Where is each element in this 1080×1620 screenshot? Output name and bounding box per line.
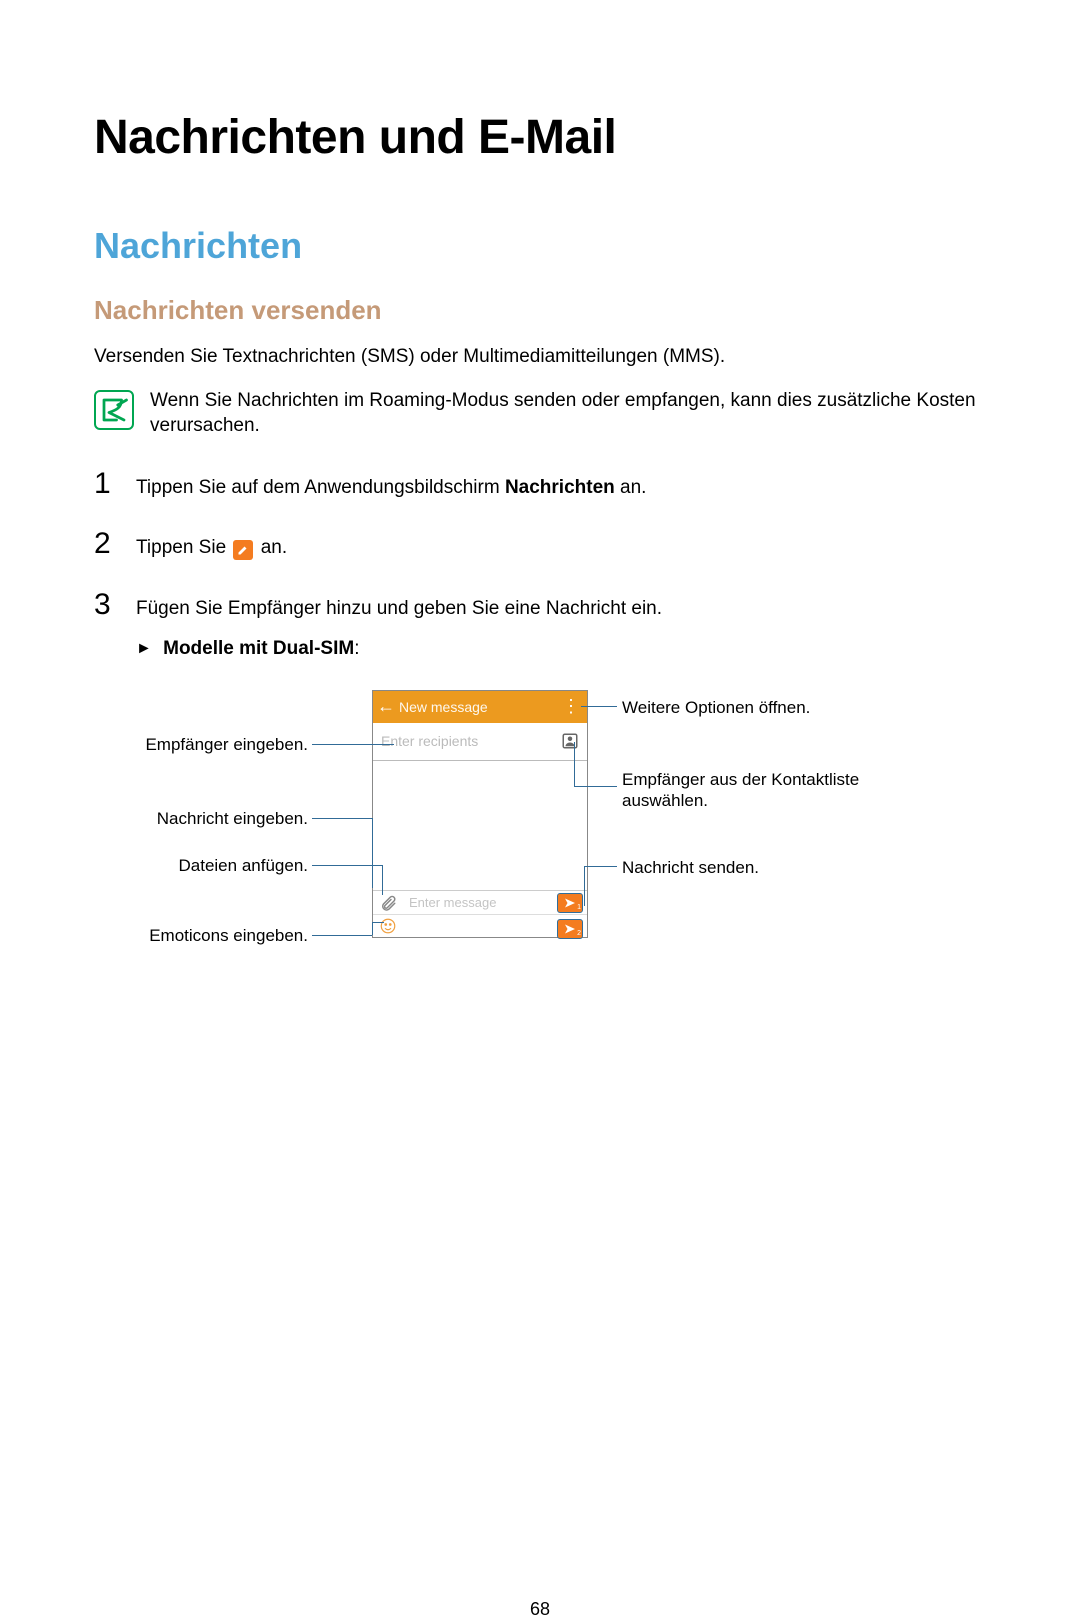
step-number: 1 [94, 469, 116, 499]
callout-recipients-label: Empfänger eingeben. [128, 735, 308, 755]
callout-line [574, 742, 575, 786]
callout-line [382, 865, 383, 895]
step-sub-bullet: ► Modelle mit Dual-SIM: [136, 635, 662, 663]
note-block: Wenn Sie Nachrichten im Roaming-Modus se… [94, 388, 986, 439]
callout-send-label: Nachricht senden. [622, 858, 882, 878]
step-text: Fügen Sie Empfänger hinzu und geben Sie … [136, 595, 662, 662]
compose-icon [233, 540, 253, 560]
step-text: Tippen Sie auf dem Anwendungsbildschirm … [136, 474, 646, 502]
intro-text: Versenden Sie Textnachrichten (SMS) oder… [94, 344, 986, 370]
document-page: Nachrichten und E-Mail Nachrichten Nachr… [0, 0, 1080, 1060]
callout-line [312, 865, 382, 866]
step-number: 3 [94, 590, 116, 620]
step-2: 2 Tippen Sie an. [94, 529, 986, 562]
message-input-row: Enter message 1 2 [373, 891, 587, 916]
more-menu-icon: ⋮ [561, 691, 581, 723]
subsection-heading: Nachrichten versenden [94, 295, 986, 326]
attach-icon [379, 895, 399, 917]
step-text-bold: Nachrichten [505, 477, 615, 498]
step-text-part: an. [615, 477, 647, 498]
phone-mockup: ← New message ⋮ Enter recipients Ent [372, 690, 588, 938]
compose-area: Enter message 1 2 [373, 890, 587, 938]
callout-contacts-label: Empfänger aus der Kontaktliste auswählen… [622, 770, 902, 811]
callout-line [372, 922, 373, 935]
recipients-placeholder: Enter recipients [381, 733, 478, 750]
compose-lower-row [373, 915, 587, 937]
phone-title: New message [399, 699, 488, 716]
step-number: 2 [94, 529, 116, 559]
note-text: Wenn Sie Nachrichten im Roaming-Modus se… [150, 388, 986, 439]
callout-line [312, 935, 372, 936]
message-placeholder: Enter message [409, 895, 496, 910]
steps-list: 1 Tippen Sie auf dem Anwendungsbildschir… [94, 469, 986, 662]
compose-side-icons [379, 895, 399, 917]
emoticon-icon [379, 917, 397, 940]
callout-line [584, 866, 617, 867]
note-icon [94, 390, 134, 430]
callout-emoticons-label: Emoticons eingeben. [128, 926, 308, 946]
callout-attach-label: Dateien anfügen. [128, 856, 308, 876]
back-icon: ← [373, 696, 399, 718]
callout-line [312, 818, 372, 819]
arrow-mark-icon: ► [136, 637, 152, 660]
contacts-icon [561, 732, 579, 750]
step-1: 1 Tippen Sie auf dem Anwendungsbildschir… [94, 469, 986, 502]
callout-more-label: Weitere Optionen öffnen. [622, 698, 882, 718]
callout-line [372, 818, 373, 888]
phone-diagram: ← New message ⋮ Enter recipients Ent [94, 690, 986, 1010]
step-3: 3 Fügen Sie Empfänger hinzu und geben Si… [94, 590, 986, 662]
callout-line [312, 744, 394, 745]
phone-header: ← New message ⋮ [373, 691, 587, 723]
step-text-part: Tippen Sie auf dem Anwendungsbildschirm [136, 477, 505, 498]
step-text-part: an. [261, 537, 287, 558]
chapter-heading: Nachrichten und E-Mail [94, 110, 986, 165]
step-text-part: Tippen Sie [136, 537, 231, 558]
send-sim1-icon: 1 [557, 893, 583, 913]
callout-line [372, 922, 384, 923]
callout-line [581, 706, 617, 707]
recipients-field: Enter recipients [373, 723, 587, 761]
step-text-part: Fügen Sie Empfänger hinzu und geben Sie … [136, 598, 662, 619]
page-number: 68 [0, 1599, 1080, 1620]
section-heading: Nachrichten [94, 225, 986, 267]
callout-line [574, 786, 617, 787]
step-sub-bold: Modelle mit Dual-SIM [163, 638, 354, 659]
callout-message-label: Nachricht eingeben. [128, 809, 308, 829]
step-sub-colon: : [354, 638, 359, 659]
step-text: Tippen Sie an. [136, 534, 287, 562]
callout-line [584, 866, 585, 906]
